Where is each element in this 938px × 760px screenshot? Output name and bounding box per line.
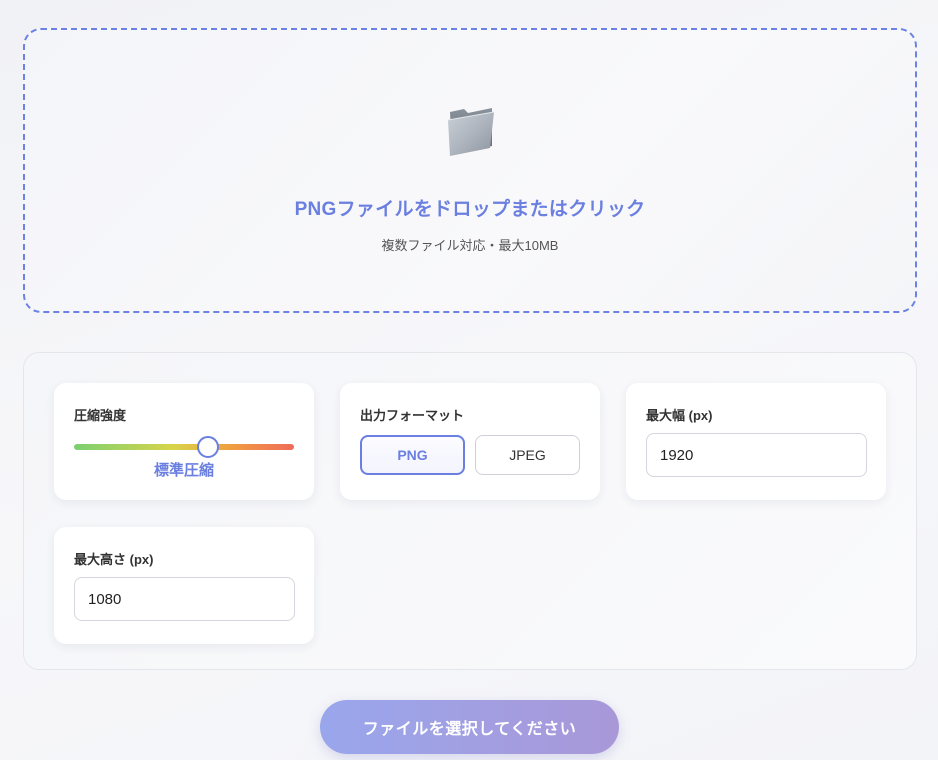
format-label: 出力フォーマット	[360, 408, 465, 423]
settings-panel: 圧縮強度 標準圧縮 出力フォーマット PNG JPEG 最大幅 (px) 最大高…	[23, 352, 917, 670]
format-png-button[interactable]: PNG	[360, 435, 465, 475]
drop-zone-subtitle: 複数ファイル対応・最大10MB	[381, 238, 559, 253]
compression-slider-track[interactable]	[74, 444, 294, 450]
compression-card: 圧縮強度 標準圧縮	[54, 383, 314, 500]
max-width-input[interactable]	[646, 433, 867, 477]
compression-value-label: 標準圧縮	[153, 462, 214, 479]
compression-slider[interactable]	[74, 435, 294, 459]
drop-zone-title: PNGファイルをドロップまたはクリック	[294, 199, 646, 220]
max-height-input[interactable]	[74, 577, 295, 621]
max-height-card: 最大高さ (px)	[54, 527, 314, 644]
page: PNGファイルをドロップまたはクリック 複数ファイル対応・最大10MB 圧縮強度…	[0, 0, 938, 760]
folder-icon	[447, 108, 495, 156]
max-height-label: 最大高さ (px)	[74, 552, 154, 567]
format-card: 出力フォーマット PNG JPEG	[340, 383, 600, 500]
file-drop-zone[interactable]: PNGファイルをドロップまたはクリック 複数ファイル対応・最大10MB	[23, 28, 917, 313]
compression-slider-thumb[interactable]	[197, 436, 220, 458]
compression-label: 圧縮強度	[74, 408, 127, 423]
select-file-button[interactable]: ファイルを選択してください	[320, 700, 619, 754]
format-jpeg-button[interactable]: JPEG	[475, 435, 580, 475]
max-width-label: 最大幅 (px)	[646, 408, 713, 423]
max-width-card: 最大幅 (px)	[626, 383, 886, 500]
